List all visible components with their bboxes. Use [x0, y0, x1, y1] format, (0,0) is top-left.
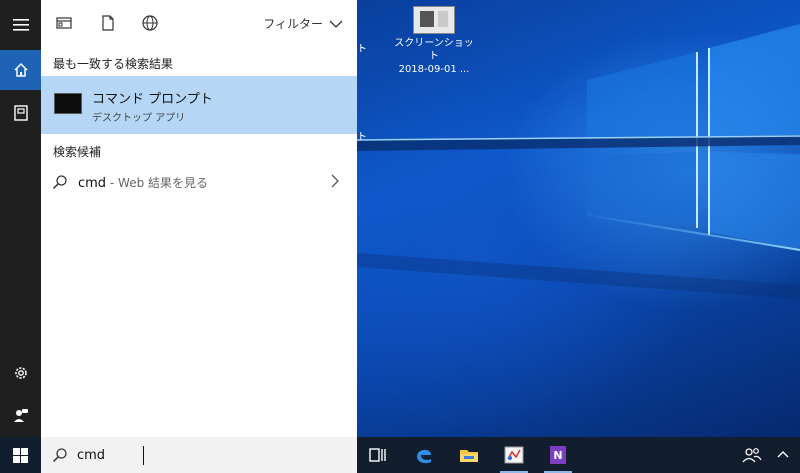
notebook-button[interactable] [0, 93, 41, 133]
suggestions-header: 検索候補 [53, 145, 102, 159]
hamburger-icon [12, 19, 29, 31]
onenote-icon: N [550, 446, 566, 464]
best-match-header: 最も一致する検索結果 [53, 57, 174, 71]
task-view-button[interactable] [366, 443, 390, 467]
app-window-icon [56, 17, 72, 29]
cutoff-desktop-label: ト [357, 132, 367, 143]
taskbar-search-box[interactable] [41, 437, 357, 473]
search-results-panel: フィルター 最も一致する検索結果 コマンド プロンプト デスクトップ アプリ 検… [41, 0, 357, 437]
apps-filter-button[interactable] [55, 14, 75, 34]
paint-icon [504, 446, 524, 464]
task-view-icon [369, 448, 386, 462]
best-match-result[interactable]: コマンド プロンプト デスクトップ アプリ [41, 76, 357, 134]
feedback-person-icon [13, 409, 28, 422]
screenshot-thumbnail-icon [413, 6, 455, 34]
taskbar: N [0, 437, 800, 473]
globe-icon [142, 15, 158, 31]
web-filter-button[interactable] [141, 14, 161, 34]
chevron-right-icon [331, 174, 339, 188]
svg-text:N: N [553, 449, 562, 462]
suggestion-web-text: - Web 結果を見る [106, 176, 209, 190]
home-icon [13, 62, 28, 77]
suggestion-query: cmd [78, 176, 107, 191]
filter-dropdown[interactable]: フィルター [263, 15, 343, 32]
hamburger-menu-button[interactable] [0, 5, 41, 45]
start-left-rail [0, 0, 41, 437]
show-hidden-icons-button[interactable] [771, 443, 795, 467]
desktop-icon-label-line1: スクリーンショット [394, 38, 474, 62]
filter-toolbar: フィルター [41, 0, 357, 48]
best-match-subtitle: デスクトップ アプリ [92, 113, 186, 124]
best-match-title: コマンド プロンプト [92, 92, 213, 107]
feedback-button[interactable] [0, 395, 41, 435]
search-icon [52, 448, 67, 463]
search-icon [52, 175, 67, 190]
people-icon [742, 448, 762, 463]
search-input[interactable] [77, 444, 337, 466]
folder-icon [460, 450, 478, 462]
web-suggestion-item[interactable]: cmd - Web 結果を見る [41, 164, 357, 200]
gear-icon [14, 367, 27, 379]
people-button[interactable] [740, 443, 764, 467]
notebook-icon [13, 105, 28, 121]
edge-icon [417, 449, 431, 464]
desktop-background: スクリーンショット 2018-09-01 ... ト ト [357, 0, 800, 437]
document-icon [102, 15, 114, 31]
command-prompt-icon [54, 93, 82, 114]
paint-app-button[interactable] [502, 443, 526, 467]
documents-filter-button[interactable] [99, 14, 119, 34]
desktop-icon-label-line2: 2018-09-01 ... [398, 64, 470, 75]
text-caret [143, 446, 144, 465]
settings-button[interactable] [0, 353, 41, 393]
home-button[interactable] [0, 50, 41, 90]
cutoff-desktop-label: ト [357, 44, 367, 55]
edge-browser-button[interactable] [412, 443, 436, 467]
filter-label: フィルター [263, 17, 323, 31]
file-explorer-button[interactable] [457, 443, 481, 467]
start-button[interactable] [0, 437, 41, 473]
chevron-down-icon [329, 20, 343, 28]
onenote-button[interactable]: N [546, 443, 570, 467]
chevron-up-icon [777, 451, 789, 458]
windows-logo-icon [13, 447, 28, 463]
desktop-screenshot-icon[interactable]: スクリーンショット 2018-09-01 ... [391, 6, 477, 76]
